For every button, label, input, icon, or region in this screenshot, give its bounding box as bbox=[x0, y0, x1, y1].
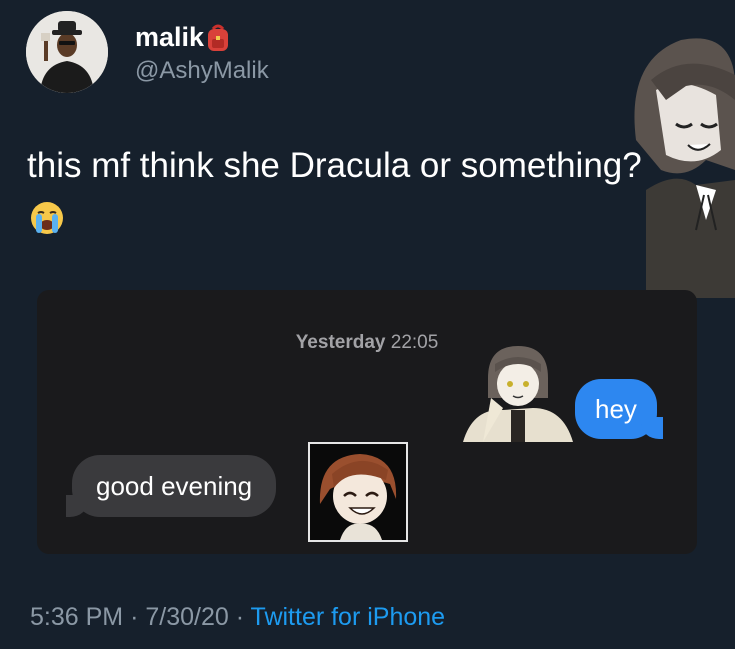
outgoing-message-bubble[interactable]: hey bbox=[575, 379, 663, 439]
incoming-message-bubble[interactable]: good evening bbox=[65, 455, 277, 517]
tweet-time[interactable]: 5:36 PM bbox=[30, 603, 123, 631]
avatar-photo bbox=[26, 11, 108, 93]
embedded-message-screenshot[interactable]: Yesterday 22:05 hey good evening bbox=[37, 290, 697, 554]
separator: · bbox=[235, 603, 245, 631]
author-handle[interactable]: @AshyMalik bbox=[135, 57, 269, 85]
message-timestamp: Yesterday 22:05 bbox=[37, 332, 697, 354]
framed-anime-sticker bbox=[308, 442, 408, 542]
loudly-crying-face-icon bbox=[31, 202, 63, 234]
author-avatar[interactable] bbox=[26, 11, 108, 93]
outgoing-message-text: hey bbox=[595, 393, 637, 424]
timestamp-time: 22:05 bbox=[390, 332, 439, 353]
anime-girl-sticker-image bbox=[634, 38, 735, 298]
smiling-girl-image bbox=[310, 444, 406, 540]
backpack-icon bbox=[208, 24, 229, 51]
tweet-metadata: 5:36 PM · 7/30/20 · Twitter for iPhone bbox=[30, 603, 445, 632]
tweet-text: this mf think she Dracula or something? bbox=[27, 146, 642, 185]
incoming-message-text: good evening bbox=[96, 470, 253, 501]
timestamp-day: Yesterday bbox=[295, 332, 386, 353]
anime-girl-sticker-image bbox=[463, 346, 573, 442]
tweet-source-link[interactable]: Twitter for iPhone bbox=[251, 603, 446, 631]
display-name-text: malik bbox=[135, 22, 205, 52]
tweet-date[interactable]: 7/30/20 bbox=[145, 603, 228, 631]
separator: · bbox=[130, 603, 139, 631]
author-display-name[interactable]: malik bbox=[135, 22, 230, 53]
